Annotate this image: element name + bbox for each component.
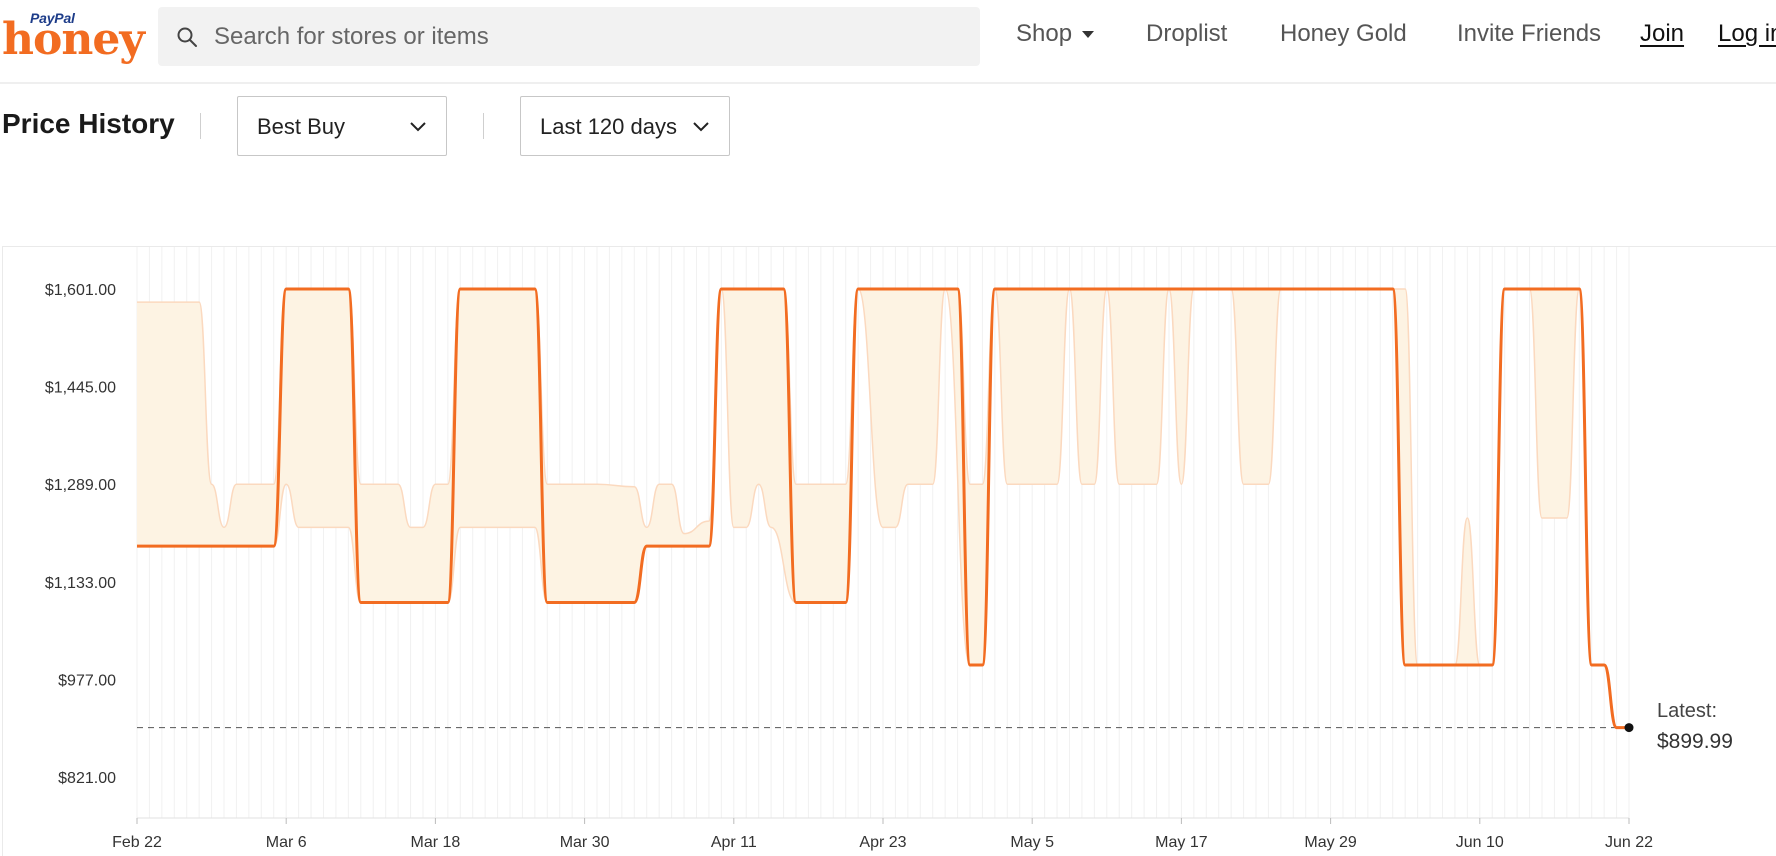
x-tick-label: Jun 22 — [1605, 834, 1653, 851]
chevron-down-icon — [693, 122, 709, 132]
x-tick-label: May 5 — [1010, 834, 1054, 851]
search-icon — [177, 27, 197, 47]
x-tick-label: Apr 23 — [859, 834, 906, 851]
y-tick-label: $1,445.00 — [45, 380, 116, 397]
chevron-down-icon — [410, 122, 426, 132]
y-tick-label: $1,133.00 — [45, 575, 116, 592]
price-history-chart: $1,601.00 $1,445.00 $1,289.00 $1,133.00 $977… — [2, 246, 1776, 856]
latest-price-label: Latest: — [1657, 700, 1718, 722]
nav-honey-gold[interactable]: Honey Gold — [1280, 20, 1407, 48]
divider — [483, 113, 484, 139]
price-history-title: Price History — [2, 108, 175, 139]
x-tick-label: May 17 — [1155, 834, 1208, 851]
nav-shop[interactable]: Shop — [1016, 20, 1095, 48]
search-bar[interactable] — [158, 7, 980, 66]
x-tick-label: Apr 11 — [711, 834, 757, 851]
logo-honey-text: honey — [2, 14, 145, 65]
login-link[interactable]: Log in — [1718, 20, 1776, 48]
price-chart-svg: $1,601.00 $1,445.00 $1,289.00 $1,133.00 $977… — [45, 247, 1653, 851]
x-tick-label: Mar 6 — [266, 834, 307, 851]
y-tick-label: $1,289.00 — [45, 477, 116, 494]
honey-logo[interactable]: PayPal honey — [0, 6, 145, 68]
nav-droplist[interactable]: Droplist — [1146, 20, 1227, 48]
y-tick-label: $1,601.00 — [45, 282, 116, 299]
x-tick-label: May 29 — [1304, 834, 1357, 851]
divider — [200, 113, 201, 139]
search-input[interactable] — [212, 17, 956, 57]
y-tick-label: $821.00 — [58, 770, 116, 787]
store-select-value: Best Buy — [257, 114, 346, 139]
range-select[interactable]: Last 120 days — [520, 96, 730, 156]
x-tick-label: Jun 10 — [1456, 834, 1504, 851]
x-tick-label: Feb 22 — [112, 834, 162, 851]
y-tick-label: $977.00 — [58, 672, 116, 689]
nav-invite-friends[interactable]: Invite Friends — [1457, 20, 1601, 48]
x-tick-label: Mar 18 — [411, 834, 461, 851]
caret-down-icon — [1082, 30, 1095, 38]
store-select[interactable]: Best Buy — [237, 96, 447, 156]
nav-shop-label: Shop — [1016, 20, 1073, 47]
latest-price-point — [1624, 723, 1634, 733]
top-header: PayPal honey Shop Droplist Honey Gold In… — [0, 0, 1776, 84]
x-tick-label: Mar 30 — [560, 834, 610, 851]
range-select-value: Last 120 days — [540, 114, 677, 139]
latest-price-value: $899.99 — [1657, 730, 1733, 753]
join-link[interactable]: Join — [1640, 20, 1684, 48]
